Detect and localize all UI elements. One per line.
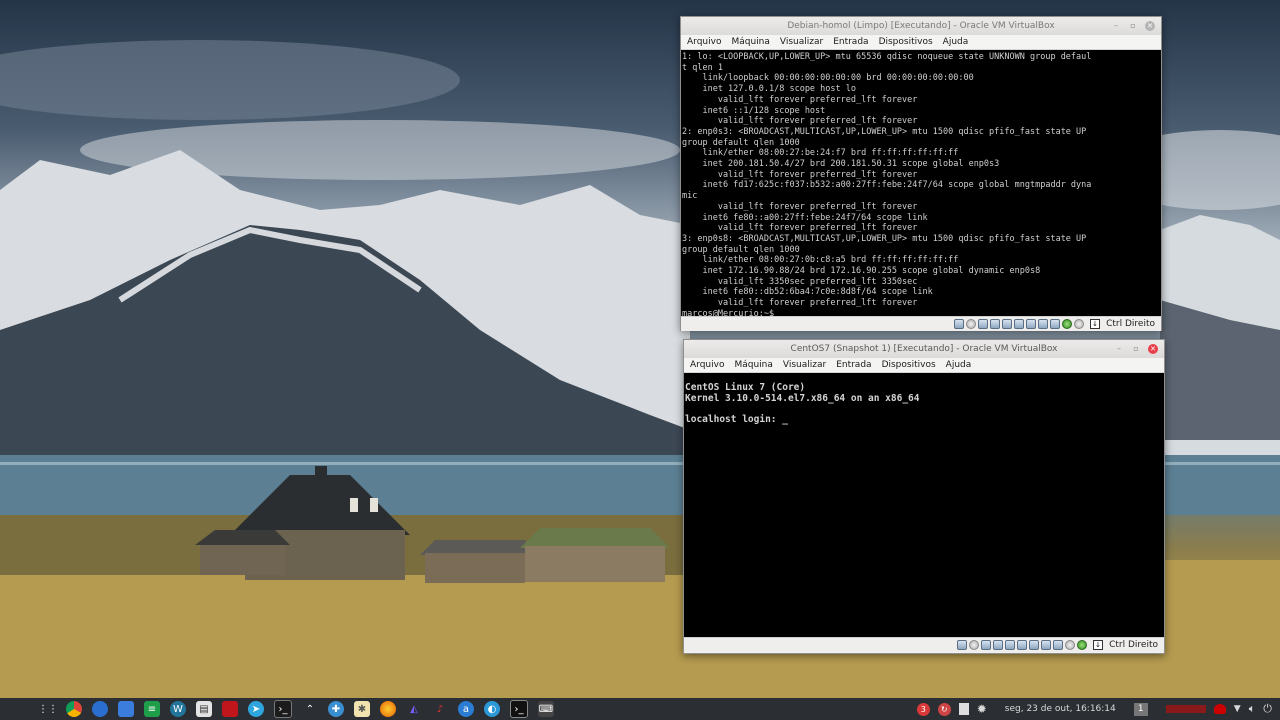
vm-statusbar: ↓ Ctrl Direito bbox=[684, 637, 1164, 652]
video-capture-icon[interactable] bbox=[1041, 640, 1052, 650]
wordpress-icon[interactable]: W bbox=[170, 701, 186, 717]
menu-entrada[interactable]: Entrada bbox=[833, 37, 868, 47]
menu-maquina[interactable]: Máquina bbox=[734, 360, 772, 370]
mpx-icon[interactable]: ♪ bbox=[432, 701, 448, 717]
window-title: Debian-homol (Limpo) [Executando] - Orac… bbox=[787, 21, 1055, 31]
gear-icon[interactable]: ✹ bbox=[977, 702, 987, 716]
settings-icon[interactable]: ✱ bbox=[354, 701, 370, 717]
chevron-down-icon[interactable]: ▼ bbox=[1234, 704, 1241, 714]
system-tray: 3 ↻ ✹ seg, 23 de out, 16:16:14 1 ▼ 🔈︎ ⏻ bbox=[916, 698, 1280, 720]
document-icon[interactable]: ▤ bbox=[196, 701, 212, 717]
menu-entrada[interactable]: Entrada bbox=[836, 360, 871, 370]
virtualization-icon[interactable] bbox=[1065, 640, 1076, 650]
console-icon[interactable]: ›_ bbox=[510, 700, 528, 718]
clipboard-icon[interactable] bbox=[958, 703, 969, 715]
menu-maquina[interactable]: Máquina bbox=[731, 37, 769, 47]
mouse-integration-icon[interactable] bbox=[1074, 319, 1085, 329]
menu-visualizar[interactable]: Visualizar bbox=[783, 360, 826, 370]
maximize-icon[interactable]: ▫ bbox=[1131, 344, 1141, 354]
chrome-icon[interactable] bbox=[66, 701, 82, 717]
terminal-output: 1: lo: <LOOPBACK,UP,LOWER_UP> mtu 65536 … bbox=[682, 52, 1092, 316]
vm-menubar: Arquivo Máquina Visualizar Entrada Dispo… bbox=[684, 358, 1164, 373]
browser-icon[interactable]: a bbox=[458, 701, 474, 717]
network-icon[interactable]: ✚ bbox=[328, 701, 344, 717]
host-key-icon[interactable]: ↓ bbox=[1093, 640, 1104, 650]
vm-menubar: Arquivo Máquina Visualizar Entrada Dispo… bbox=[681, 35, 1161, 50]
virtualization-icon[interactable] bbox=[1062, 319, 1073, 329]
host-key-label: Ctrl Direito bbox=[1109, 640, 1158, 650]
red-app-icon[interactable] bbox=[222, 701, 238, 717]
terminal-icon[interactable]: ›_ bbox=[274, 700, 292, 718]
apps-grid-icon[interactable]: ⋮⋮ bbox=[38, 701, 58, 717]
web-icon[interactable]: ◐ bbox=[484, 701, 500, 717]
audio-icon[interactable] bbox=[981, 640, 992, 650]
usb-icon[interactable] bbox=[1005, 640, 1016, 650]
network-icon[interactable] bbox=[993, 640, 1004, 650]
menu-ajuda[interactable]: Ajuda bbox=[943, 37, 969, 47]
window-title: CentOS7 (Snapshot 1) [Executando] - Orac… bbox=[790, 344, 1058, 354]
audio-icon[interactable] bbox=[978, 319, 989, 329]
menu-ajuda[interactable]: Ajuda bbox=[946, 360, 972, 370]
firefox-icon[interactable] bbox=[380, 701, 396, 717]
console-output: CentOS Linux 7 (Core) Kernel 3.10.0-514.… bbox=[685, 382, 920, 425]
menu-visualizar[interactable]: Visualizar bbox=[780, 37, 823, 47]
usb-icon[interactable] bbox=[1002, 319, 1013, 329]
hard-disk-icon[interactable] bbox=[954, 319, 965, 329]
red-bird-icon[interactable] bbox=[1213, 704, 1226, 714]
debian-vm-window[interactable]: Debian-homol (Limpo) [Executando] - Orac… bbox=[680, 16, 1162, 331]
video-capture-icon[interactable] bbox=[1038, 319, 1049, 329]
shared-folders-icon[interactable] bbox=[1014, 319, 1025, 329]
cpu-icon[interactable] bbox=[1050, 319, 1061, 329]
optical-drive-icon[interactable] bbox=[969, 640, 980, 650]
window-titlebar[interactable]: CentOS7 (Snapshot 1) [Executando] - Orac… bbox=[684, 340, 1164, 358]
vm-screen[interactable]: 1: lo: <LOOPBACK,UP,LOWER_UP> mtu 65536 … bbox=[681, 50, 1161, 316]
close-icon[interactable]: ✕ bbox=[1145, 21, 1155, 31]
mouse-integration-icon[interactable] bbox=[1077, 640, 1088, 650]
display-icon[interactable] bbox=[1029, 640, 1040, 650]
menu-dispositivos[interactable]: Dispositivos bbox=[879, 37, 933, 47]
menu-arquivo[interactable]: Arquivo bbox=[687, 37, 721, 47]
menu-dispositivos[interactable]: Dispositivos bbox=[882, 360, 936, 370]
display-icon[interactable] bbox=[1026, 319, 1037, 329]
centos-vm-window[interactable]: CentOS7 (Snapshot 1) [Executando] - Orac… bbox=[683, 339, 1165, 654]
spreadsheet-icon[interactable]: ≡ bbox=[144, 701, 160, 717]
taskbar: ⋮⋮ ≡ W ▤ ➤ ›_ ⌃ ✚ ✱ ◭ ♪ a ◐ ›_ ⌨ 3 ↻ ✹ s… bbox=[0, 698, 1280, 720]
telegram-icon[interactable]: ➤ bbox=[248, 701, 264, 717]
vm-statusbar: ↓ Ctrl Direito bbox=[681, 316, 1161, 331]
update-icon[interactable]: ↻ bbox=[937, 702, 951, 716]
host-key-icon[interactable]: ↓ bbox=[1090, 319, 1101, 329]
hard-disk-icon[interactable] bbox=[957, 640, 968, 650]
optical-drive-icon[interactable] bbox=[966, 319, 977, 329]
minimize-icon[interactable]: – bbox=[1111, 21, 1121, 31]
menu-arquivo[interactable]: Arquivo bbox=[690, 360, 724, 370]
launcher-icon[interactable]: ⌃ bbox=[302, 701, 318, 717]
window-titlebar[interactable]: Debian-homol (Limpo) [Executando] - Orac… bbox=[681, 17, 1161, 35]
ide-icon[interactable]: ◭ bbox=[406, 701, 422, 717]
shared-folders-icon[interactable] bbox=[1017, 640, 1028, 650]
cpu-icon[interactable] bbox=[1053, 640, 1064, 650]
workspace-indicator[interactable]: 1 bbox=[1133, 702, 1148, 716]
host-key-label: Ctrl Direito bbox=[1106, 319, 1155, 329]
vm-screen[interactable]: CentOS Linux 7 (Core) Kernel 3.10.0-514.… bbox=[684, 373, 1164, 637]
notification-badge[interactable]: 3 bbox=[916, 702, 930, 716]
volume-icon[interactable]: 🔈︎ bbox=[1249, 702, 1256, 716]
minimize-icon[interactable]: – bbox=[1114, 344, 1124, 354]
recording-indicator[interactable] bbox=[1165, 705, 1206, 713]
maximize-icon[interactable]: ▫ bbox=[1128, 21, 1138, 31]
keyboard-icon[interactable]: ⌨ bbox=[538, 701, 554, 717]
files-icon[interactable] bbox=[118, 701, 134, 717]
network-icon[interactable] bbox=[990, 319, 1001, 329]
close-icon[interactable]: ✕ bbox=[1148, 344, 1158, 354]
power-icon[interactable]: ⏻ bbox=[1263, 702, 1272, 716]
clock[interactable]: seg, 23 de out, 16:16:14 bbox=[1005, 704, 1116, 714]
thunderbird-icon[interactable] bbox=[92, 701, 108, 717]
